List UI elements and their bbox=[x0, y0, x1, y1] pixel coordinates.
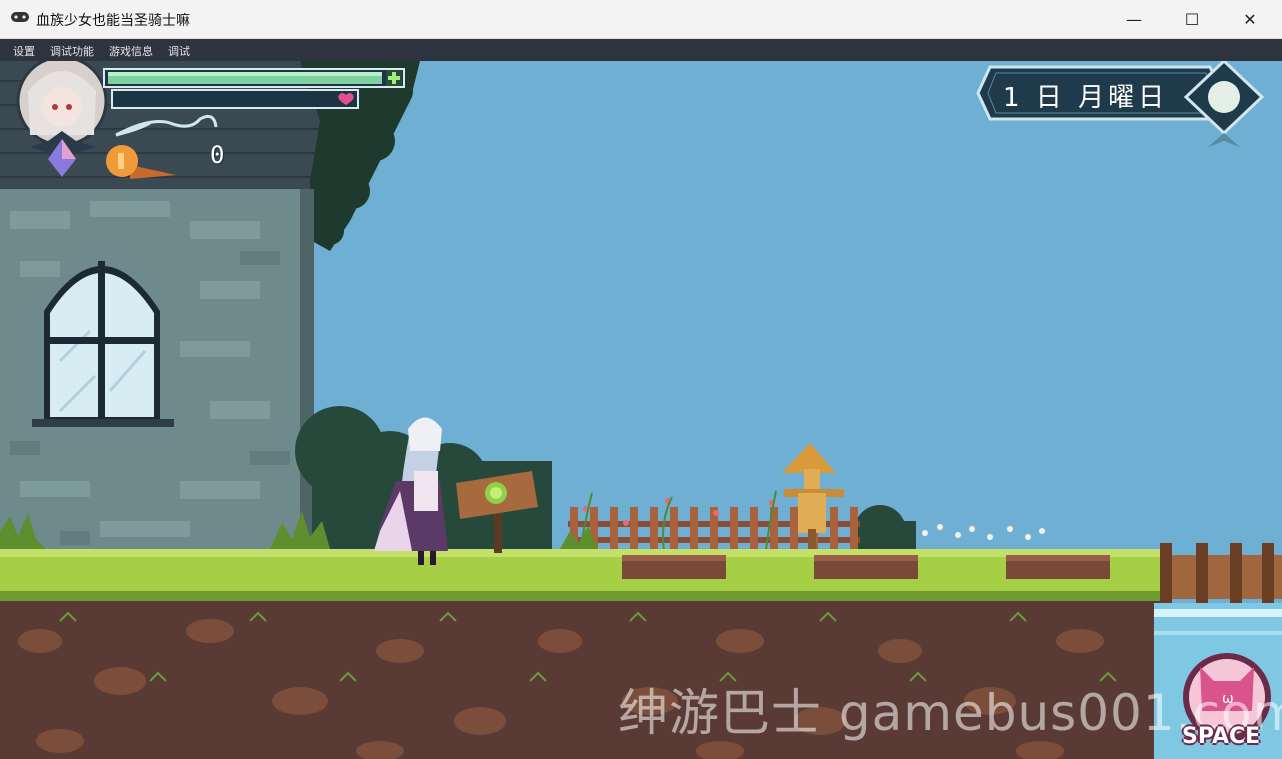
farm-plots bbox=[622, 555, 1110, 579]
menu-bar: 设置 调试功能 游戏信息 调试 bbox=[0, 39, 1282, 61]
game-scene: ω bbox=[0, 61, 1282, 759]
affection-bar bbox=[111, 89, 359, 109]
game-viewport[interactable]: ω 0 1 日 月曜日 绅游巴士 gamebus001.com SPACE bbox=[0, 61, 1282, 759]
maximize-button[interactable]: ☐ bbox=[1163, 0, 1221, 38]
window-title-bar: 血族少女也能当圣骑士嘛 — ☐ ✕ bbox=[0, 0, 1282, 39]
window-title: 血族少女也能当圣骑士嘛 bbox=[36, 13, 190, 29]
menu-debug[interactable]: 调试 bbox=[168, 43, 190, 59]
close-button[interactable]: ✕ bbox=[1221, 0, 1279, 38]
menu-game-info[interactable]: 游戏信息 bbox=[109, 43, 153, 59]
menu-settings[interactable]: 设置 bbox=[13, 43, 35, 59]
hp-bar bbox=[103, 68, 405, 88]
date-text: 1 日 月曜日 bbox=[1003, 83, 1169, 113]
gold-count: 0 bbox=[210, 141, 225, 169]
space-button[interactable]: SPACE bbox=[1182, 724, 1260, 749]
gamepad-icon bbox=[11, 12, 29, 22]
minimize-button[interactable]: — bbox=[1105, 0, 1163, 38]
menu-debug-functions[interactable]: 调试功能 bbox=[50, 43, 94, 59]
